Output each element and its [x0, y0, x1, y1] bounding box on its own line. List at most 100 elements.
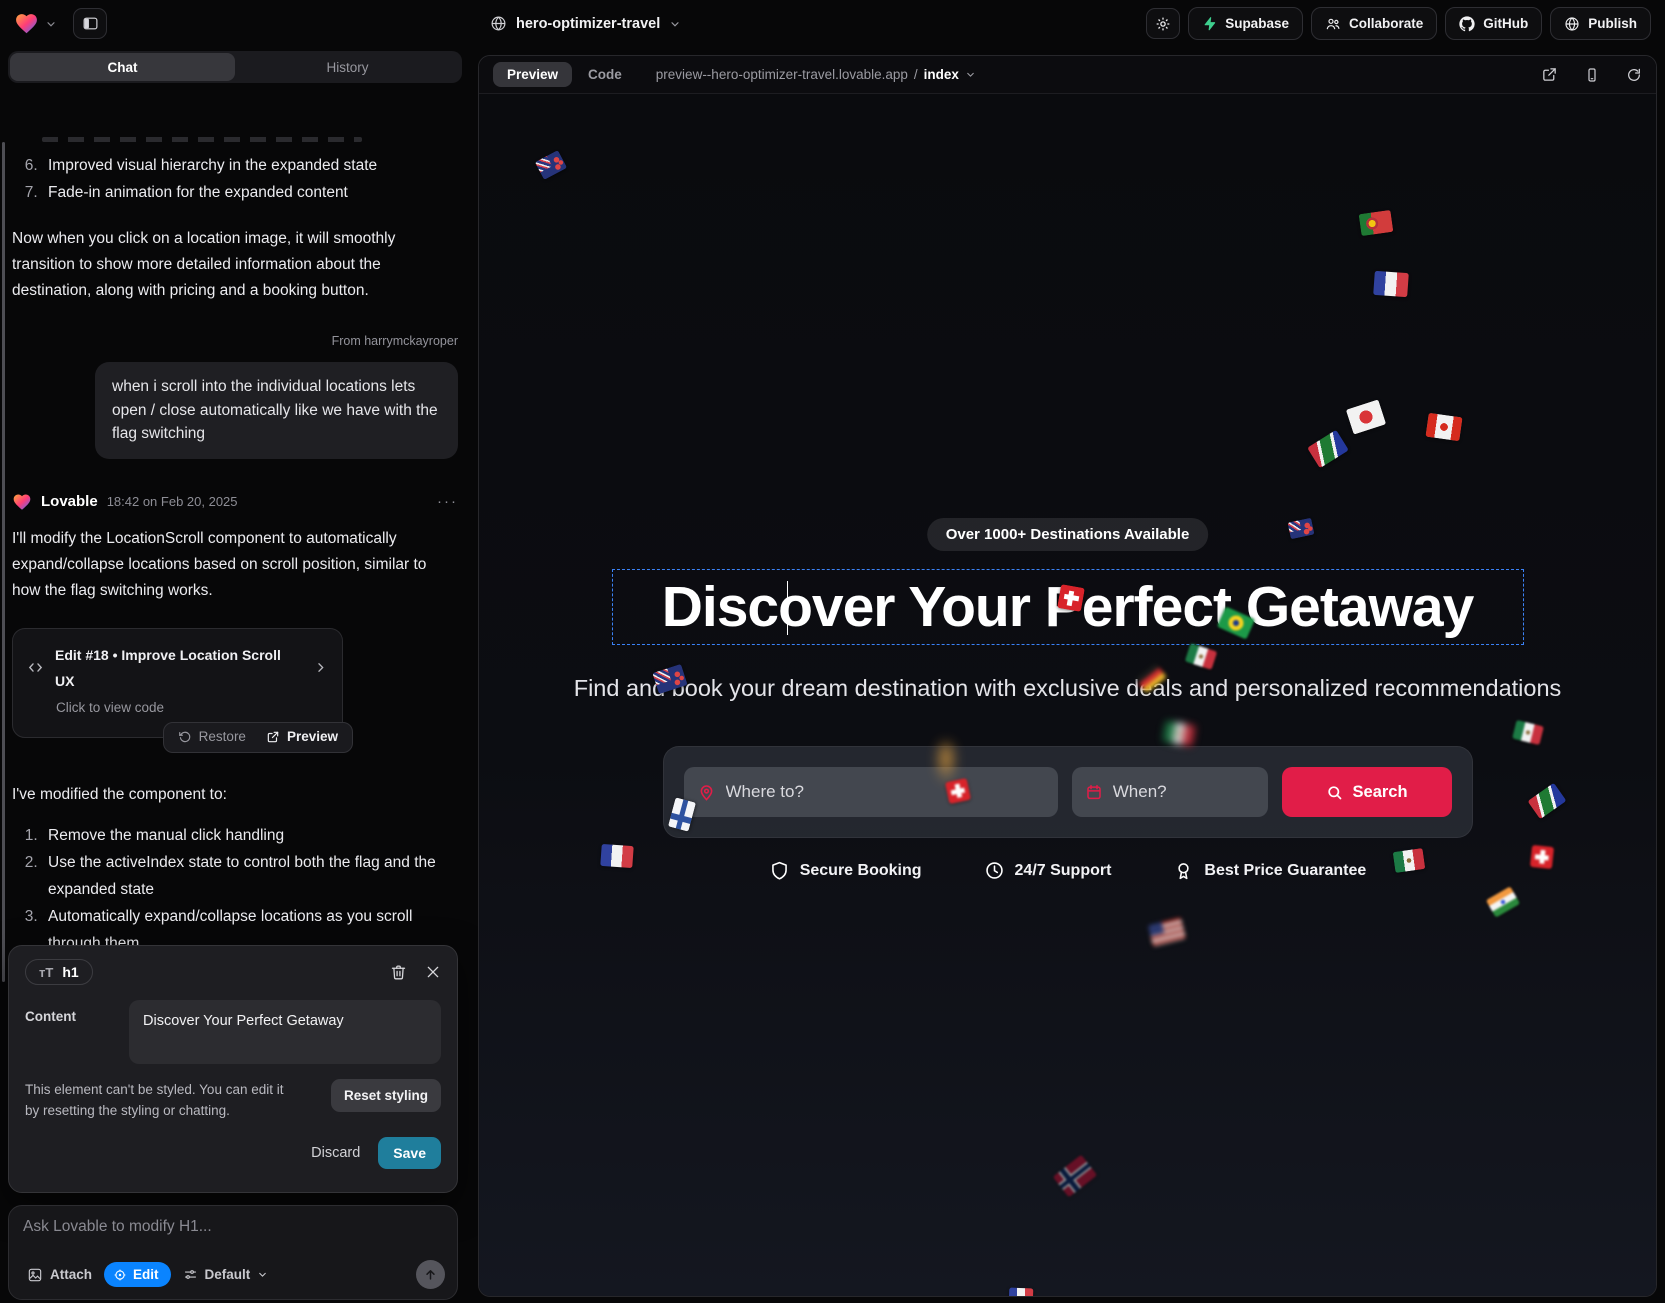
- mode-selector[interactable]: Default: [179, 1263, 273, 1286]
- improvement-list: Improved visual hierarchy in the expande…: [12, 152, 458, 206]
- list-item: Use the activeIndex state to control bot…: [42, 849, 448, 903]
- supabase-label: Supabase: [1225, 16, 1289, 31]
- github-label: GitHub: [1483, 16, 1528, 31]
- edit-card-title: Edit #18 • Improve Location Scroll UX: [55, 642, 302, 694]
- chevron-right-icon: [313, 660, 328, 675]
- sidebar-scrollbar[interactable]: [2, 142, 5, 982]
- feature-price-guarantee: Best Price Guarantee: [1173, 860, 1366, 881]
- collaborate-button[interactable]: Collaborate: [1311, 7, 1437, 40]
- text-style-icon: тT: [39, 965, 53, 980]
- project-name: hero-optimizer-travel: [516, 16, 660, 32]
- tab-code[interactable]: Code: [588, 67, 622, 82]
- where-input[interactable]: [726, 782, 1045, 802]
- tab-preview[interactable]: Preview: [493, 62, 572, 87]
- settings-button[interactable]: [1146, 8, 1180, 39]
- url-separator: /: [914, 67, 918, 82]
- send-button[interactable]: [416, 1260, 445, 1289]
- message-timestamp: 18:42 on Feb 20, 2025: [107, 489, 238, 515]
- content-field[interactable]: Discover Your Perfect Getaway: [129, 1000, 441, 1064]
- project-chevron-down-icon: [669, 18, 681, 30]
- feature-label: Best Price Guarantee: [1204, 862, 1366, 880]
- supabase-button[interactable]: Supabase: [1188, 7, 1303, 40]
- url-chevron-down-icon: [965, 69, 976, 80]
- preview-edit-button[interactable]: Preview: [256, 724, 348, 750]
- close-inspector-button[interactable]: [425, 964, 441, 980]
- delete-element-button[interactable]: [390, 964, 407, 981]
- edit-code-card[interactable]: Edit #18 • Improve Location Scroll UX Cl…: [12, 628, 343, 738]
- element-tag-pill: тT h1: [25, 959, 93, 985]
- edit-mode-label: Edit: [133, 1267, 159, 1282]
- where-input-wrap: [684, 767, 1058, 817]
- element-tag-label: h1: [62, 964, 78, 980]
- flag-mx-icon: [1162, 721, 1195, 747]
- flag-glow-decoration: [935, 741, 957, 785]
- calendar-icon: [1085, 783, 1103, 801]
- publish-button[interactable]: Publish: [1550, 7, 1651, 40]
- feature-support: 24/7 Support: [984, 860, 1112, 881]
- clipped-message-line: [42, 137, 362, 142]
- element-inspector-panel: тT h1 Content Discover Your Perfect Geta…: [8, 945, 458, 1193]
- refresh-button[interactable]: [1626, 67, 1642, 83]
- message-attribution: From harrymckayroper: [12, 328, 458, 354]
- url-host: preview--hero-optimizer-travel.lovable.a…: [656, 67, 908, 82]
- attach-button[interactable]: Attach: [23, 1263, 96, 1287]
- when-input[interactable]: [1113, 782, 1255, 802]
- message-more-button[interactable]: ···: [437, 489, 458, 515]
- rotate-ccw-icon: [178, 730, 192, 744]
- selected-h1-outline[interactable]: Discover Your Perfect Getaway: [612, 569, 1524, 645]
- preview-label: Preview: [287, 724, 338, 750]
- flag-fr-icon: [1009, 1288, 1034, 1296]
- save-button[interactable]: Save: [378, 1137, 441, 1169]
- publish-label: Publish: [1588, 16, 1637, 31]
- when-input-wrap: [1072, 767, 1268, 817]
- flag-ca-icon: [1425, 413, 1462, 441]
- hero-heading[interactable]: Discover Your Perfect Getaway: [662, 574, 1474, 640]
- github-button[interactable]: GitHub: [1445, 7, 1542, 40]
- flag-za-icon: [1528, 783, 1567, 819]
- restore-preview-pill: Restore Preview: [163, 722, 353, 753]
- restore-button[interactable]: Restore: [168, 724, 256, 750]
- reset-styling-button[interactable]: Reset styling: [331, 1079, 441, 1112]
- discard-button[interactable]: Discard: [311, 1145, 360, 1161]
- attach-label: Attach: [50, 1267, 92, 1282]
- publish-globe-icon: [1564, 16, 1580, 32]
- hero-subtitle: Find and book your dream destination wit…: [479, 675, 1656, 702]
- flag-mx-icon: [1185, 643, 1218, 670]
- code-brackets-icon: [27, 659, 44, 676]
- edit-mode-pill[interactable]: Edit: [104, 1262, 171, 1287]
- search-icon: [1326, 784, 1343, 801]
- search-button[interactable]: Search: [1282, 767, 1452, 817]
- flag-pt-icon: [1359, 210, 1394, 236]
- github-icon: [1459, 16, 1475, 32]
- feature-label: 24/7 Support: [1015, 862, 1112, 880]
- feature-label: Secure Booking: [800, 862, 922, 880]
- text-caret: [787, 581, 789, 635]
- project-switcher[interactable]: hero-optimizer-travel: [490, 0, 681, 47]
- map-pin-icon: [697, 783, 716, 802]
- restore-label: Restore: [199, 724, 246, 750]
- logo-chevron-down-icon[interactable]: [45, 18, 57, 30]
- sidebar-toggle-button[interactable]: [73, 8, 107, 39]
- device-preview-button[interactable]: [1584, 67, 1600, 83]
- users-icon: [1325, 16, 1341, 32]
- feature-row: Secure Booking 24/7 Support Best Price G…: [479, 860, 1656, 881]
- clock-icon: [984, 860, 1005, 881]
- chat-composer: Attach Edit Default: [8, 1205, 458, 1300]
- supabase-bolt-icon: [1202, 16, 1217, 31]
- tab-chat[interactable]: Chat: [10, 53, 235, 81]
- image-icon: [27, 1267, 43, 1283]
- lovable-avatar-heart-icon: [12, 492, 32, 512]
- open-in-new-tab-button[interactable]: [1541, 66, 1558, 83]
- assistant-paragraph: I've modified the component to:: [12, 782, 458, 808]
- chevron-down-icon: [257, 1269, 268, 1280]
- feature-secure-booking: Secure Booking: [769, 860, 922, 881]
- lovable-logo-icon[interactable]: [14, 11, 39, 36]
- external-link-icon: [266, 730, 280, 744]
- collaborate-label: Collaborate: [1349, 16, 1423, 31]
- shield-icon: [769, 860, 790, 881]
- tab-history[interactable]: History: [235, 53, 460, 81]
- composer-input[interactable]: [23, 1218, 445, 1236]
- flag-za-icon: [1307, 430, 1349, 468]
- target-icon: [113, 1268, 127, 1282]
- preview-url[interactable]: preview--hero-optimizer-travel.lovable.a…: [656, 67, 976, 82]
